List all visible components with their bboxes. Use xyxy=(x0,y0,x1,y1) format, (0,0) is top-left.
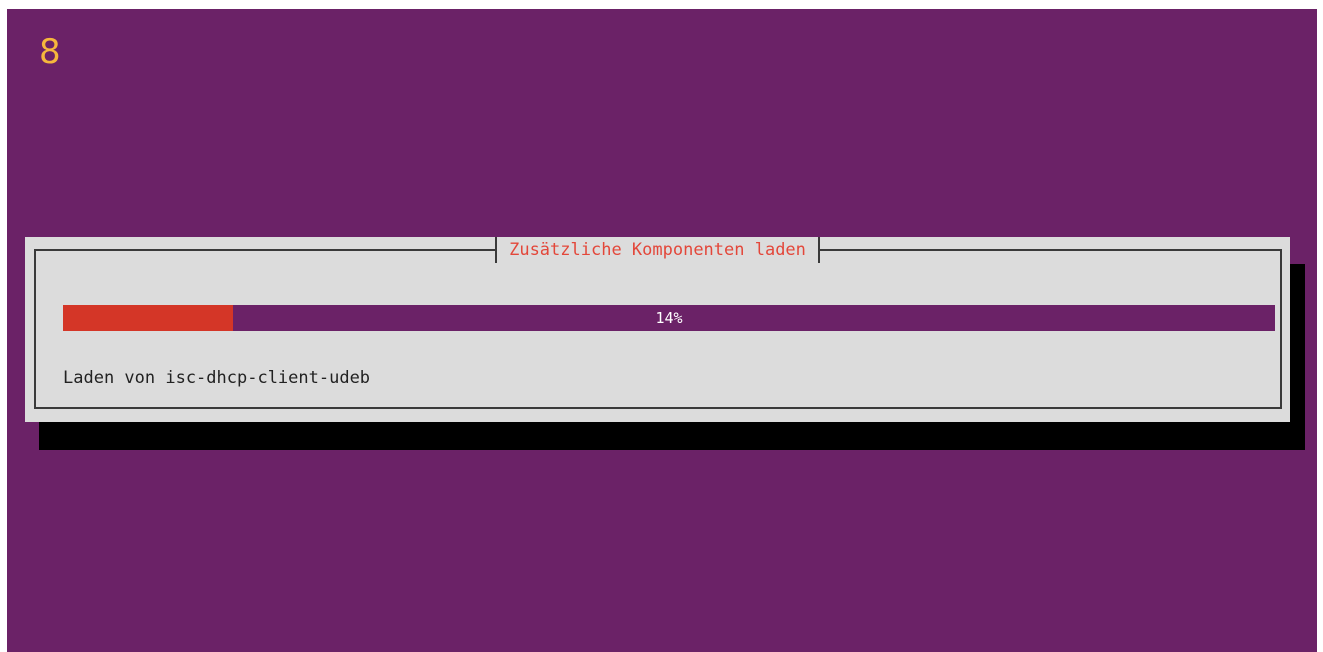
progress-dialog: 14% Laden von isc-dhcp-client-udeb Zusät… xyxy=(25,237,1290,422)
status-message: Laden von isc-dhcp-client-udeb xyxy=(63,368,371,388)
dialog-title: Zusätzliche Komponenten laden xyxy=(495,237,820,263)
progress-percent: 14% xyxy=(655,309,683,327)
dialog-frame: 14% Laden von isc-dhcp-client-udeb xyxy=(34,249,1282,409)
step-number: 8 xyxy=(39,32,61,72)
progress-bar: 14% xyxy=(63,305,1275,331)
installer-screen: 8 14% Laden von isc-dhcp-client-udeb Zus… xyxy=(7,9,1317,652)
